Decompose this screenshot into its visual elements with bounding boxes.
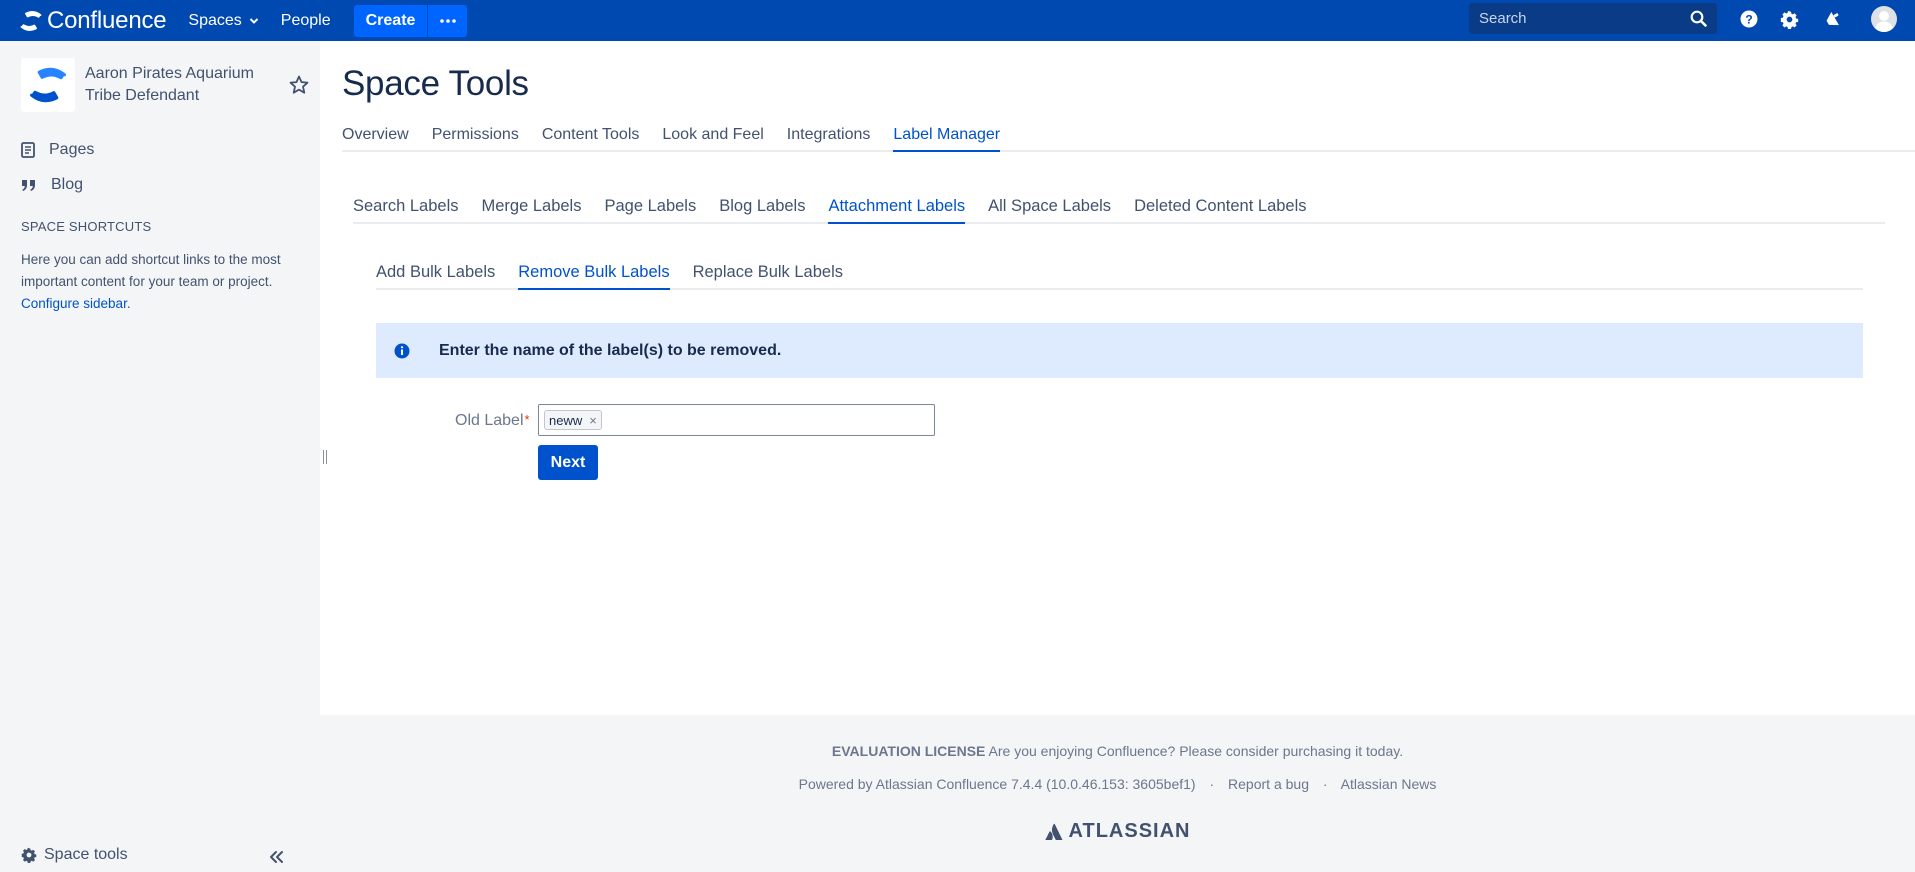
license-text: Are you enjoying Confluence? Please cons…	[988, 743, 1404, 759]
space-tools-label: Space tools	[44, 846, 128, 863]
info-icon	[394, 343, 410, 358]
space-shortcuts-heading: SPACE SHORTCUTS	[21, 219, 152, 234]
top-navigation-bar: Confluence Spaces People Create ?	[0, 0, 1915, 41]
report-bug-link[interactable]: Report a bug	[1228, 776, 1309, 792]
notifications-megaphone-icon[interactable]	[1822, 8, 1844, 30]
atlassian-news-link[interactable]: Atlassian News	[1341, 776, 1437, 792]
label-manager-tabs: Search Labels Merge Labels Page Labels B…	[353, 197, 1885, 224]
search-input[interactable]	[1479, 10, 1690, 27]
info-message: Enter the name of the label(s) to be rem…	[376, 323, 1863, 378]
confluence-logo[interactable]: Confluence	[20, 6, 167, 35]
tab-search-labels[interactable]: Search Labels	[353, 197, 459, 222]
tab-page-labels[interactable]: Page Labels	[604, 197, 696, 222]
tab-deleted-content-labels[interactable]: Deleted Content Labels	[1134, 197, 1306, 222]
help-icon[interactable]: ?	[1738, 8, 1760, 30]
sidebar-item-label: Blog	[51, 176, 84, 193]
space-shortcuts-description: Here you can add shortcut links to the m…	[21, 249, 296, 315]
space-name[interactable]: Aaron Pirates Aquarium Tribe Defendant	[85, 63, 265, 107]
required-asterisk: *	[524, 412, 530, 427]
space-tools-tabs: Overview Permissions Content Tools Look …	[342, 126, 1915, 152]
tab-all-space-labels[interactable]: All Space Labels	[988, 197, 1111, 222]
sidebar: Aaron Pirates Aquarium Tribe Defendant P…	[0, 41, 320, 872]
create-button[interactable]: Create	[353, 4, 428, 37]
tab-content-tools[interactable]: Content Tools	[542, 126, 640, 150]
atlassian-logo: ATLASSIAN	[320, 820, 1915, 843]
sidebar-item-blog[interactable]: Blog	[21, 176, 83, 194]
configure-sidebar-suffix: .	[126, 296, 131, 311]
tab-look-and-feel[interactable]: Look and Feel	[662, 126, 763, 150]
tab-overview[interactable]: Overview	[342, 126, 409, 150]
powered-by-text: Powered by Atlassian Confluence 7.4.4 (1…	[798, 776, 1196, 792]
tab-integrations[interactable]: Integrations	[787, 126, 871, 150]
more-horizontal-icon	[440, 18, 456, 23]
atlassian-mark-icon	[1044, 823, 1063, 840]
gear-icon	[21, 847, 37, 863]
settings-gear-icon[interactable]	[1778, 8, 1800, 30]
tab-remove-bulk-labels[interactable]: Remove Bulk Labels	[518, 263, 670, 290]
page-title: Space Tools	[342, 64, 529, 103]
create-button-group: Create	[353, 4, 468, 37]
create-more-button[interactable]	[427, 4, 468, 37]
next-button[interactable]: Next	[538, 445, 598, 480]
user-avatar[interactable]	[1871, 6, 1897, 32]
license-notice: EVALUATION LICENSE Are you enjoying Conf…	[320, 743, 1915, 759]
tab-merge-labels[interactable]: Merge Labels	[482, 197, 582, 222]
svg-text:?: ?	[1745, 13, 1752, 27]
people-link[interactable]: People	[281, 12, 331, 30]
page-icon	[21, 142, 35, 158]
user-avatar-icon	[1871, 6, 1897, 32]
space-tools-button[interactable]: Space tools	[21, 846, 128, 864]
spaces-menu[interactable]: Spaces	[188, 11, 259, 30]
sidebar-resize-handle[interactable]	[320, 450, 330, 468]
sidebar-item-pages[interactable]: Pages	[21, 141, 94, 159]
confluence-logo-icon	[20, 10, 42, 31]
footer-separator: ·	[1209, 776, 1215, 792]
footer-links: Powered by Atlassian Confluence 7.4.4 (1…	[320, 776, 1915, 792]
old-label-text: Old Label	[455, 412, 524, 429]
tab-add-bulk-labels[interactable]: Add Bulk Labels	[376, 263, 495, 288]
remove-tag-icon[interactable]: ×	[589, 413, 597, 428]
footer-separator: ·	[1322, 776, 1328, 792]
tab-replace-bulk-labels[interactable]: Replace Bulk Labels	[693, 263, 843, 288]
label-tag: neww ×	[544, 410, 602, 430]
shortcuts-help-text: Here you can add shortcut links to the m…	[21, 252, 281, 289]
info-message-text: Enter the name of the label(s) to be rem…	[439, 341, 782, 359]
space-logo[interactable]	[21, 58, 75, 112]
bulk-label-tabs: Add Bulk Labels Remove Bulk Labels Repla…	[376, 263, 1863, 290]
search-box[interactable]	[1469, 3, 1717, 34]
tab-attachment-labels[interactable]: Attachment Labels	[828, 197, 965, 224]
tab-permissions[interactable]: Permissions	[432, 126, 519, 150]
collapse-sidebar-icon[interactable]	[266, 847, 286, 867]
search-icon[interactable]	[1690, 10, 1707, 27]
tab-label-manager[interactable]: Label Manager	[893, 126, 1000, 152]
old-label-field-label: Old Label*	[455, 412, 530, 430]
label-tag-text: neww	[549, 412, 583, 428]
configure-sidebar-link[interactable]: Configure sidebar	[21, 296, 127, 311]
star-icon[interactable]	[288, 74, 310, 96]
footer: EVALUATION LICENSE Are you enjoying Conf…	[320, 715, 1915, 872]
old-label-text-input[interactable]	[605, 407, 934, 433]
quote-icon	[22, 180, 35, 191]
chevron-down-icon	[249, 17, 259, 24]
sidebar-item-label: Pages	[49, 141, 95, 158]
license-type: EVALUATION LICENSE	[831, 743, 986, 759]
spaces-menu-label: Spaces	[188, 11, 242, 29]
atlassian-logo-text: ATLASSIAN	[1068, 820, 1191, 842]
confluence-space-logo-icon	[30, 67, 66, 103]
tab-blog-labels[interactable]: Blog Labels	[719, 197, 805, 222]
old-label-input[interactable]: neww ×	[538, 404, 935, 436]
product-name: Confluence	[47, 6, 167, 34]
